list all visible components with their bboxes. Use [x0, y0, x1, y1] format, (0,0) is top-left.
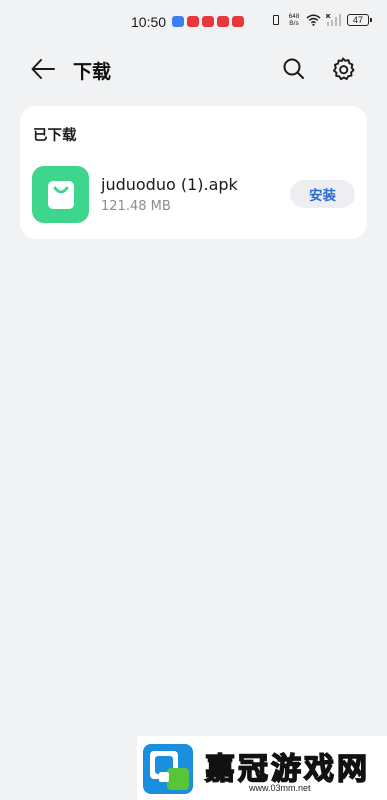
notification-icon — [187, 16, 199, 27]
back-arrow-icon[interactable] — [30, 57, 56, 81]
watermark-url: www.03mm.net — [249, 783, 311, 793]
wifi-icon — [306, 14, 321, 26]
title-bar: 下载 — [0, 48, 387, 90]
section-title: 已下载 — [33, 128, 77, 144]
notification-icons — [172, 16, 244, 27]
vibrate-icon — [270, 14, 282, 26]
battery-indicator: 47 — [347, 14, 372, 26]
network-speed-value: 648 — [288, 13, 300, 20]
notification-icon — [172, 16, 184, 27]
file-size: 121.48 MB — [101, 199, 171, 214]
watermark-brand: 嘉冠游戏网 — [204, 751, 370, 788]
network-speed-unit: B/s — [289, 20, 299, 27]
notification-icon — [217, 16, 229, 27]
shopping-bag-icon — [47, 180, 74, 209]
signal-icon — [326, 14, 341, 26]
app-icon — [32, 166, 89, 223]
page-title: 下载 — [73, 61, 112, 83]
notification-icon — [232, 16, 244, 27]
watermark-logo — [143, 744, 193, 794]
notification-icon — [202, 16, 214, 27]
gear-icon[interactable] — [329, 55, 357, 83]
downloaded-card: 已下载 juduoduo (1).apk 121.48 MB 安装 — [20, 106, 367, 239]
status-indicators: 648 B/s 47 — [270, 13, 372, 27]
network-speed: 648 B/s — [287, 13, 301, 27]
install-button[interactable]: 安装 — [290, 180, 355, 208]
search-icon[interactable] — [281, 56, 307, 82]
status-bar: 10:50 648 B/s 47 — [0, 0, 387, 44]
file-name: juduoduo (1).apk — [101, 175, 238, 194]
status-time: 10:50 — [131, 14, 167, 30]
watermark: 嘉冠游戏网 www.03mm.net — [137, 736, 387, 800]
